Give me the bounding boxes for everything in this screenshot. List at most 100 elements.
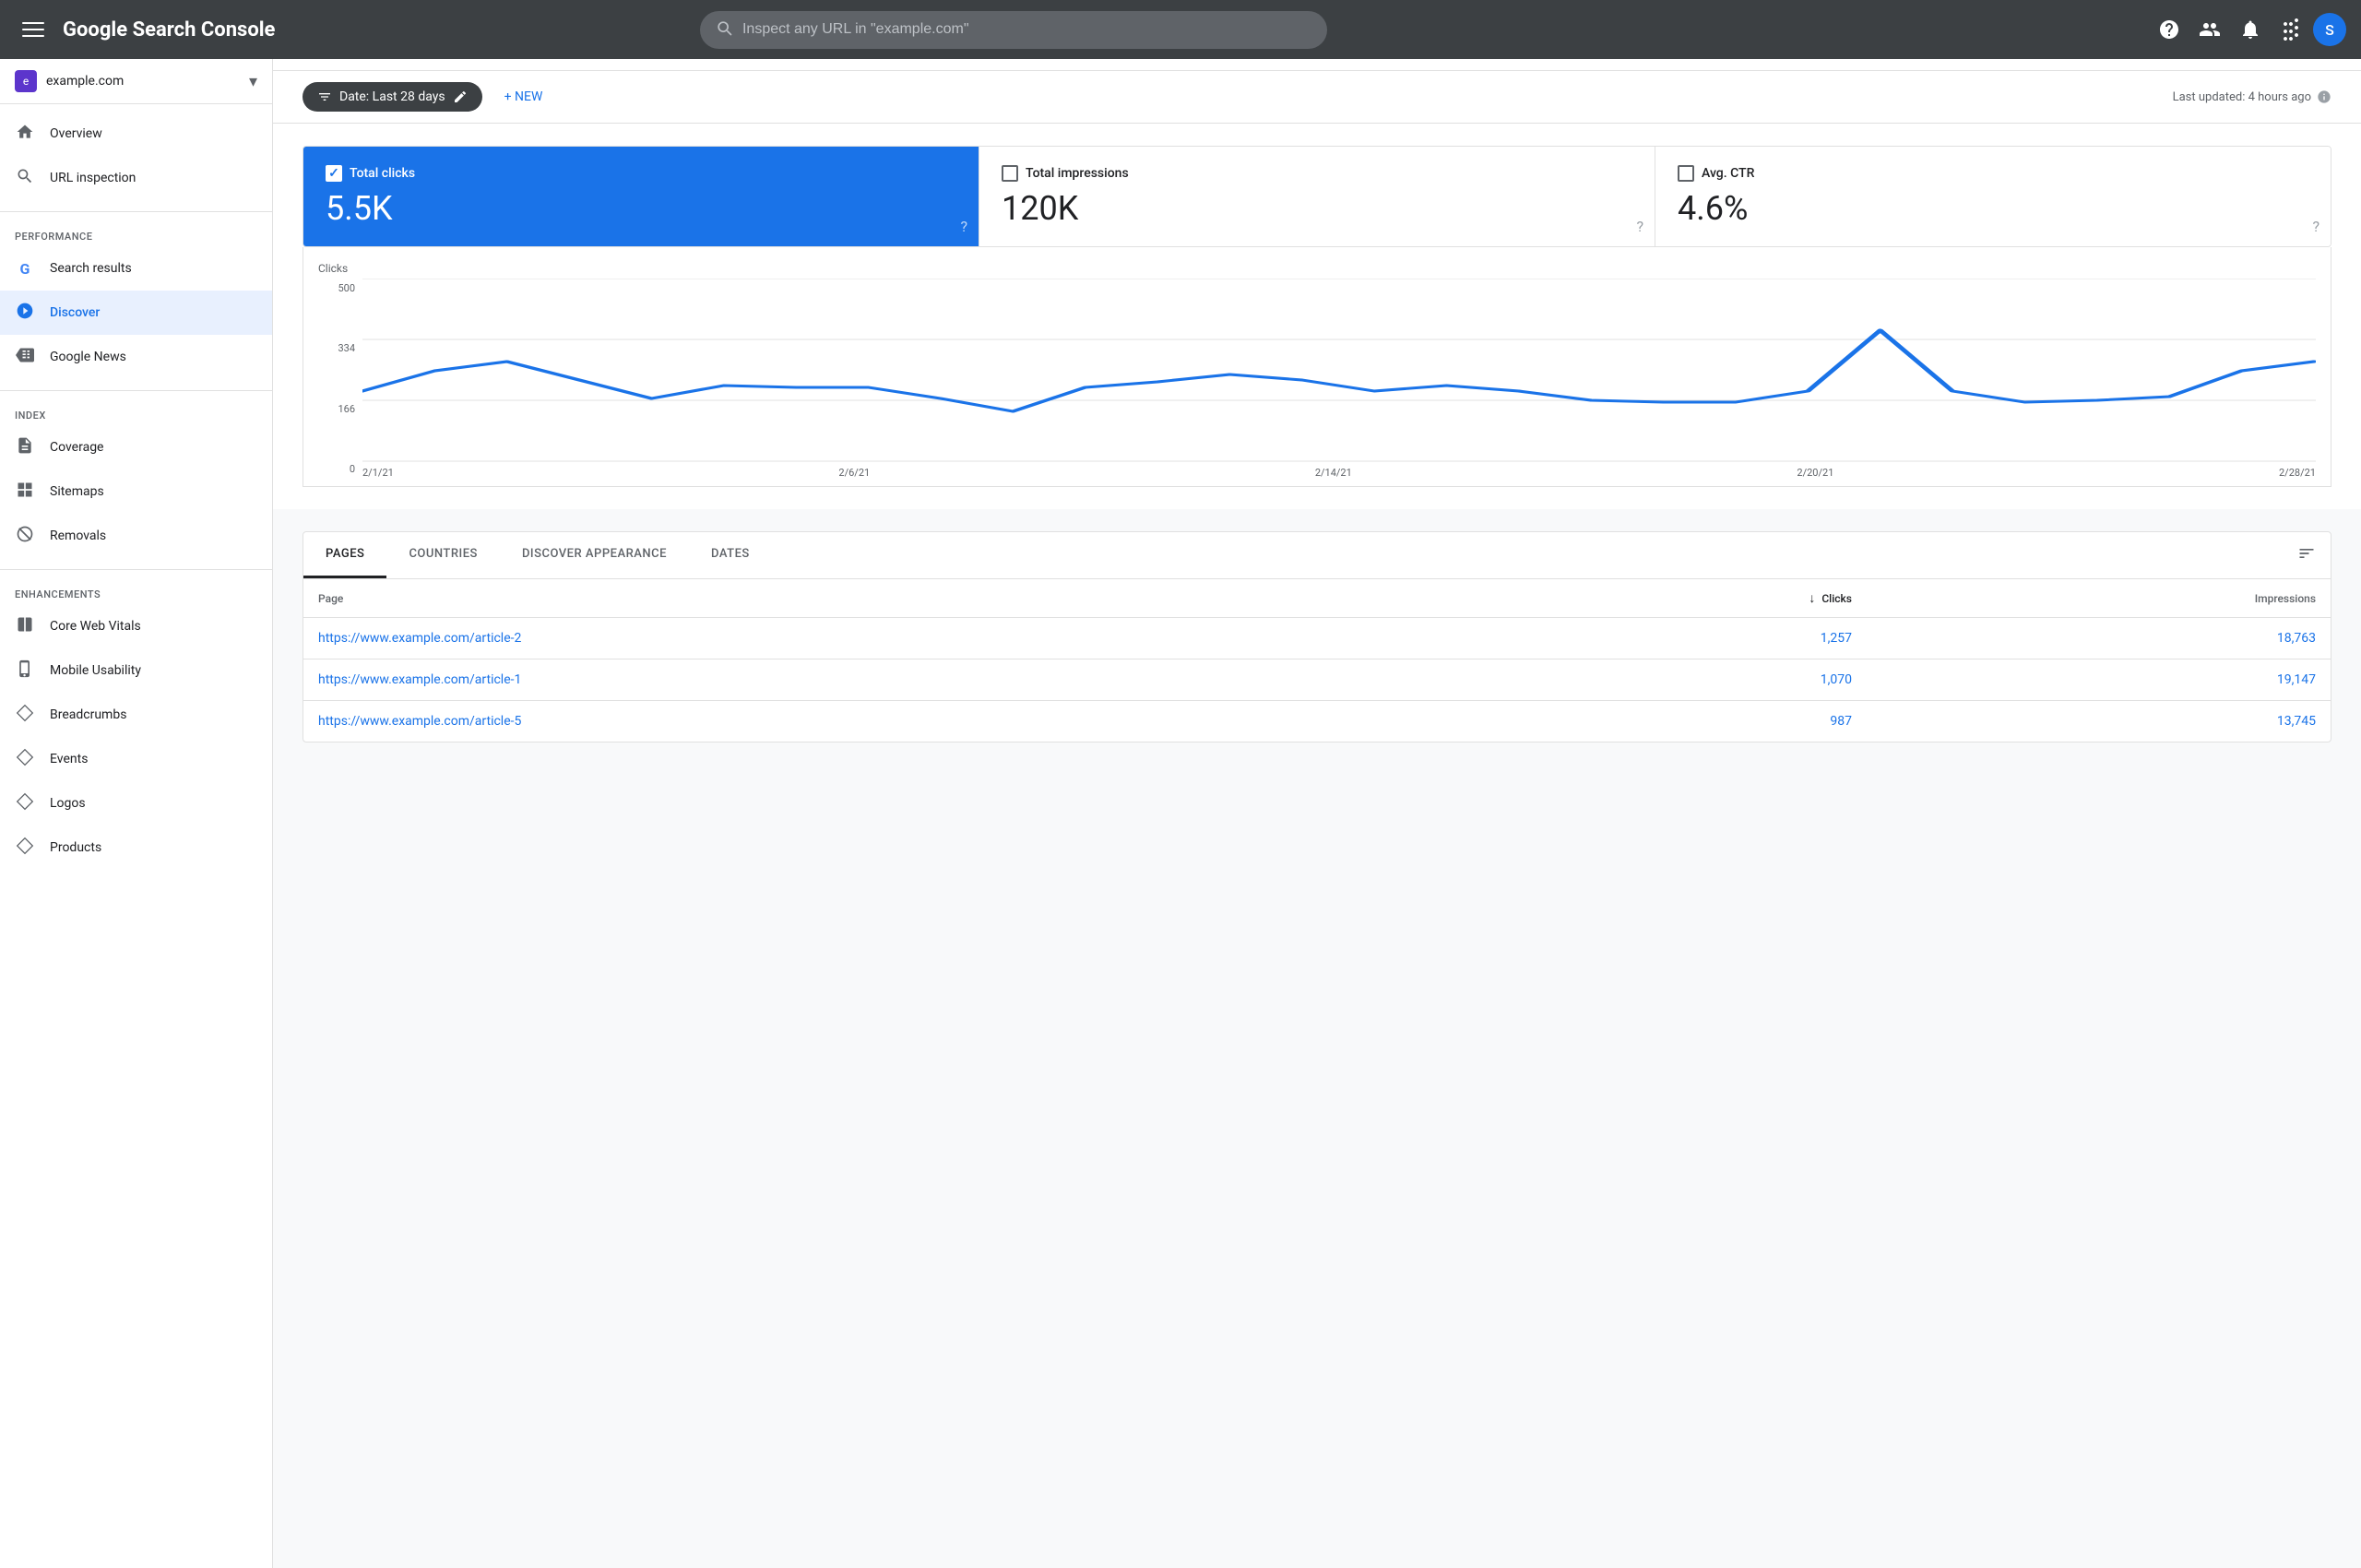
nav-divider [0,211,272,212]
sidebar-item-label: Core Web Vitals [50,619,141,634]
logos-icon [15,792,35,815]
google-icon: G [15,260,35,278]
page-url[interactable]: https://www.example.com/article-1 [303,659,1495,701]
sidebar-item-events[interactable]: Events [0,737,272,781]
col-clicks[interactable]: ↓ Clicks [1495,579,1867,618]
url-search-bar[interactable] [700,11,1327,49]
sidebar-item-label: Products [50,840,101,855]
filter-left: Date: Last 28 days + NEW [303,82,553,112]
metric-header: Avg. CTR [1678,165,2308,182]
page-url[interactable]: https://www.example.com/article-2 [303,618,1495,659]
clicks-value: 1,257 [1495,618,1867,659]
table-body: https://www.example.com/article-2 1,257 … [303,618,2331,742]
tab-dates[interactable]: DATES [689,532,772,578]
table-filter-icon[interactable] [2283,533,2331,578]
sidebar-item-core-web-vitals[interactable]: Core Web Vitals [0,604,272,648]
chart-y-label: Clicks [318,262,2316,275]
app-logo: Google Search Console [63,18,275,42]
metric-checkbox [1678,165,1694,182]
section-label-enhancements: Enhancements [0,581,272,604]
sidebar-item-label: Mobile Usability [50,663,141,678]
sidebar-item-products[interactable]: Products [0,826,272,870]
metric-total-impressions[interactable]: Total impressions 120K ? [979,147,1655,246]
sidebar-item-coverage[interactable]: Coverage [0,425,272,469]
chart-y-axis: 500 334 166 0 [318,279,355,479]
new-filter-button[interactable]: + NEW [493,82,554,112]
table-section: PAGES COUNTRIES DISCOVER APPEARANCE DATE… [303,531,2331,742]
site-name: example.com [46,74,240,89]
sidebar-item-label: Sitemaps [50,484,104,499]
tab-discover-appearance[interactable]: DISCOVER APPEARANCE [500,532,689,578]
main-nav-section: Overview URL inspection [0,104,272,208]
metric-value: 5.5K [326,189,956,228]
impressions-value: 18,763 [1867,618,2331,659]
sidebar-item-search-results[interactable]: G Search results [0,246,272,291]
sidebar-item-mobile-usability[interactable]: Mobile Usability [0,648,272,693]
sidebar-item-label: Logos [50,796,86,811]
sidebar-item-label: Overview [50,126,102,141]
col-page: Page [303,579,1495,618]
table-row: https://www.example.com/article-5 987 13… [303,701,2331,742]
sort-arrow-icon: ↓ [1809,591,1815,606]
metric-total-clicks[interactable]: ✓ Total clicks 5.5K ? [303,147,979,246]
performance-section: Performance G Search results Discover Go… [0,216,272,386]
hamburger-menu[interactable] [15,11,52,48]
index-section: Index Coverage Sitemaps Removals [0,395,272,565]
metric-label: Total clicks [350,166,415,181]
tab-countries[interactable]: COUNTRIES [386,532,500,578]
site-selector[interactable]: e example.com ▾ [0,59,272,104]
metric-label: Avg. CTR [1702,166,1754,181]
breadcrumbs-icon [15,704,35,727]
chart-x-axis: 2/1/21 2/6/21 2/14/21 2/20/21 2/28/21 [362,467,2316,479]
sidebar-item-label: Breadcrumbs [50,707,126,722]
metric-value: 120K [1002,189,1632,228]
products-icon [15,837,35,860]
tab-pages[interactable]: PAGES [303,532,386,578]
users-icon[interactable] [2191,11,2228,48]
url-inspection-icon [15,167,35,190]
clicks-value: 1,070 [1495,659,1867,701]
metric-checkbox: ✓ [326,165,342,182]
metric-info-icon[interactable]: ? [960,218,967,235]
url-search-input[interactable] [742,21,1312,38]
metric-avg-ctr[interactable]: Avg. CTR 4.6% ? [1655,147,2331,246]
sidebar-item-discover[interactable]: Discover [0,291,272,335]
apps-icon[interactable] [2272,11,2309,48]
col-impressions[interactable]: Impressions [1867,579,2331,618]
mobile-usability-icon [15,659,35,683]
chart-plot-area: 2/1/21 2/6/21 2/14/21 2/20/21 2/28/21 [362,279,2316,479]
sidebar-item-logos[interactable]: Logos [0,781,272,826]
metric-info-icon[interactable]: ? [1636,218,1643,235]
metric-info-icon[interactable]: ? [2312,218,2319,235]
sidebar-item-breadcrumbs[interactable]: Breadcrumbs [0,693,272,737]
data-table: Page ↓ Clicks Impressions https://www.ex… [303,579,2331,742]
core-web-vitals-icon [15,615,35,638]
clicks-value: 987 [1495,701,1867,742]
sidebar-item-removals[interactable]: Removals [0,514,272,558]
user-avatar[interactable]: S [2313,13,2346,46]
sidebar-item-label: URL inspection [50,171,136,185]
sidebar-item-overview[interactable]: Overview [0,112,272,156]
section-label-index: Index [0,402,272,425]
sidebar-item-label: Coverage [50,440,103,455]
sidebar: e example.com ▾ Overview URL inspection … [0,59,273,1568]
page-url[interactable]: https://www.example.com/article-5 [303,701,1495,742]
nav-divider [0,569,272,570]
notifications-icon[interactable] [2232,11,2269,48]
sidebar-item-google-news[interactable]: Google News [0,335,272,379]
filter-bar: Date: Last 28 days + NEW Last updated: 4… [273,71,2361,124]
search-icon [715,18,733,42]
sidebar-item-url-inspection[interactable]: URL inspection [0,156,272,200]
help-icon[interactable] [2151,11,2188,48]
sidebar-item-label: Events [50,752,88,766]
sidebar-item-label: Google News [50,350,126,364]
sidebar-item-sitemaps[interactable]: Sitemaps [0,469,272,514]
sitemaps-icon [15,481,35,504]
sidebar-item-label: Search results [50,261,132,276]
sidebar-item-label: Removals [50,529,106,543]
metric-checkbox [1002,165,1018,182]
table-tabs: PAGES COUNTRIES DISCOVER APPEARANCE DATE… [303,532,2331,579]
date-filter-chip[interactable]: Date: Last 28 days [303,82,482,112]
site-favicon: e [15,70,37,92]
coverage-icon [15,436,35,459]
